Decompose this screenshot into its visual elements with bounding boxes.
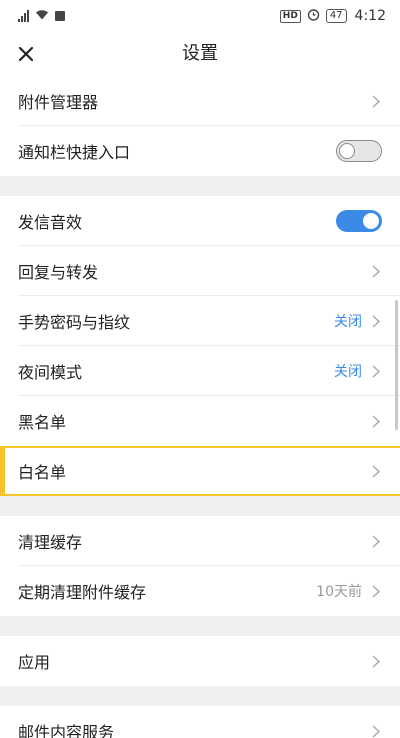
setting-label: 回复与转发 — [18, 263, 99, 282]
toggle-knob — [339, 142, 355, 159]
setting-attachment-manager[interactable]: 附件管理器 — [0, 76, 400, 126]
setting-reply-forward[interactable]: 回复与转发 — [0, 246, 400, 296]
setting-label: 夜间模式 — [18, 363, 83, 382]
setting-label: 手势密码与指纹 — [18, 313, 131, 332]
setting-night-mode[interactable]: 夜间模式 关闭 — [0, 346, 400, 396]
status-bar-right: HD 47 4:12 — [279, 8, 386, 25]
setting-label: 发信音效 — [18, 213, 83, 232]
section-divider — [0, 496, 400, 516]
chevron-right-icon — [372, 264, 382, 278]
chevron-right-icon — [372, 724, 382, 738]
header: 设置 — [0, 32, 400, 76]
signal-icon — [18, 10, 29, 22]
setting-value: 关闭 — [334, 364, 362, 380]
setting-auto-clear-attachments[interactable]: 定期清理附件缓存 10天前 — [0, 566, 400, 616]
alarm-icon — [307, 8, 320, 25]
section-divider — [0, 616, 400, 636]
section-divider — [0, 176, 400, 196]
setting-send-sound: 发信音效 — [0, 196, 400, 246]
chevron-right-icon — [372, 94, 382, 108]
battery-indicator: 47 — [325, 9, 347, 23]
chevron-right-icon — [372, 464, 382, 478]
scrollbar-thumb[interactable] — [395, 300, 398, 430]
setting-label: 白名单 — [18, 463, 67, 482]
notification-shortcut-toggle[interactable] — [336, 140, 382, 162]
setting-label: 黑名单 — [18, 413, 67, 432]
setting-gesture-password[interactable]: 手势密码与指纹 关闭 — [0, 296, 400, 346]
wifi-icon — [35, 9, 49, 24]
setting-label: 定期清理附件缓存 — [18, 583, 147, 602]
setting-mail-content-service[interactable]: 邮件内容服务 — [0, 706, 400, 738]
setting-label: 邮件内容服务 — [18, 723, 115, 738]
setting-label: 通知栏快捷入口 — [18, 143, 131, 162]
hd-badge: HD — [279, 9, 301, 23]
settings-list: 附件管理器 通知栏快捷入口 发信音效 回复与转发 手势密码与指纹 关闭 夜间模式… — [0, 76, 400, 738]
setting-whitelist[interactable]: 白名单 — [0, 446, 400, 496]
chevron-right-icon — [372, 654, 382, 668]
status-bar-left — [18, 9, 65, 24]
setting-label: 清理缓存 — [18, 533, 83, 552]
clock: 4:12 — [354, 8, 386, 24]
setting-value: 关闭 — [334, 314, 362, 330]
status-bar: HD 47 4:12 — [0, 0, 400, 32]
chevron-right-icon — [372, 414, 382, 428]
chevron-right-icon — [372, 534, 382, 548]
setting-blacklist[interactable]: 黑名单 — [0, 396, 400, 446]
setting-clear-cache[interactable]: 清理缓存 — [0, 516, 400, 566]
setting-label: 附件管理器 — [18, 93, 99, 112]
toggle-knob — [363, 213, 379, 229]
chevron-right-icon — [372, 314, 382, 328]
chevron-right-icon — [372, 364, 382, 378]
setting-apps[interactable]: 应用 — [0, 636, 400, 686]
setting-label: 应用 — [18, 653, 51, 672]
notification-icon — [55, 11, 65, 21]
page-title: 设置 — [182, 43, 218, 64]
setting-notification-shortcut: 通知栏快捷入口 — [0, 126, 400, 176]
send-sound-toggle[interactable] — [336, 210, 382, 232]
chevron-right-icon — [372, 584, 382, 598]
setting-value: 10天前 — [316, 584, 362, 600]
section-divider — [0, 686, 400, 706]
